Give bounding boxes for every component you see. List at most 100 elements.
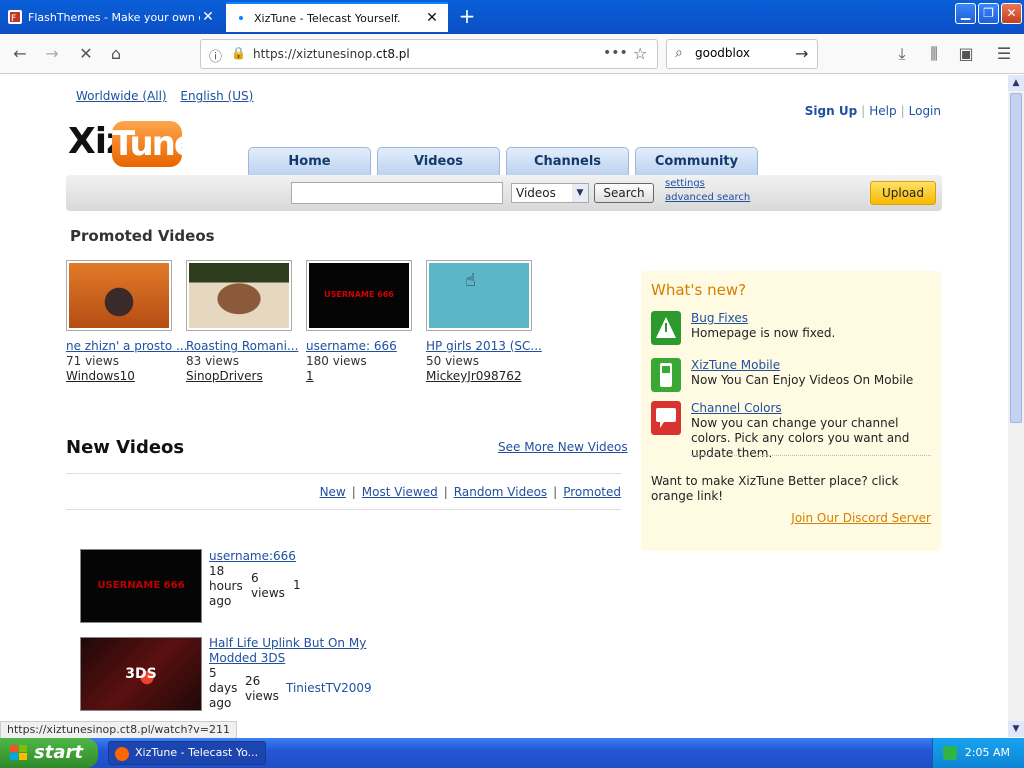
taskbar-window-button[interactable]: XizTune - Telecast Yo...	[108, 741, 266, 765]
status-url: https://xiztunesinop.ct8.pl/watch?v=211	[0, 721, 237, 739]
page-actions-icon[interactable]: •••	[603, 45, 628, 61]
browser-search-bar[interactable]: ⌕ →	[666, 39, 818, 69]
windows-logo-icon	[10, 745, 27, 760]
tab-xiztune[interactable]: XizTune - Telecast Yourself. ✕	[226, 2, 448, 32]
loading-dot-icon	[239, 16, 243, 20]
close-icon[interactable]: ✕	[424, 10, 440, 26]
clock: 2:05 AM	[964, 746, 1010, 759]
settings-link[interactable]: settings	[665, 178, 705, 189]
promoted-video-user[interactable]: 1	[306, 369, 314, 383]
go-arrow-icon[interactable]: →	[795, 44, 808, 63]
whats-new-title: What's new?	[651, 281, 747, 299]
address-bar[interactable]: ⓘ 🔒 https://xiztunesinop.ct8.pl ••• ☆	[200, 39, 658, 69]
promoted-video-views: 180 views	[306, 354, 367, 368]
locale-links: Worldwide (All) English (US)	[76, 89, 263, 103]
help-link[interactable]: Help	[869, 104, 896, 118]
discord-link[interactable]: Join Our Discord Server	[791, 511, 931, 525]
promoted-video-title[interactable]: ne zhizn' a prosto ...	[66, 339, 187, 353]
chevron-down-icon: ▼	[572, 184, 588, 202]
see-more-new-videos-link[interactable]: See More New Videos	[498, 440, 628, 454]
account-links: Sign Up | Help | Login	[804, 104, 941, 118]
filter-new[interactable]: New	[320, 485, 346, 499]
video-thumbnail	[429, 263, 529, 328]
promoted-thumb-2[interactable]	[186, 260, 292, 331]
filter-promoted[interactable]: Promoted	[563, 485, 621, 499]
back-icon[interactable]: ←	[6, 40, 34, 68]
sidebar-icon[interactable]: ▣	[952, 40, 980, 68]
lock-icon[interactable]: 🔒	[231, 46, 246, 60]
promoted-video-user[interactable]: MickeyJr098762	[426, 369, 522, 383]
search-category-select[interactable]: Videos ▼	[511, 183, 589, 203]
nav-tab-community[interactable]: Community	[635, 147, 758, 175]
comment-icon	[651, 401, 681, 435]
forward-icon[interactable]: →	[38, 40, 66, 68]
nav-tab-home[interactable]: Home	[248, 147, 371, 175]
promoted-video-title[interactable]: HP girls 2013 (SC...	[426, 339, 542, 353]
promoted-video-title[interactable]: Roasting Romani...	[186, 339, 298, 353]
video-thumbnail	[69, 263, 169, 328]
search-button[interactable]: Search	[594, 183, 654, 203]
promoted-video-user[interactable]: SinopDrivers	[186, 369, 263, 383]
page-scrollbar[interactable]: ▲ ▼	[1008, 75, 1024, 737]
promoted-thumb-1[interactable]	[66, 260, 172, 331]
close-window-button[interactable]: ✕	[1001, 3, 1022, 24]
scroll-thumb[interactable]	[1010, 93, 1022, 423]
site-logo[interactable]: Xiz Tune	[68, 115, 197, 171]
new-video-age: 5 days ago	[209, 666, 238, 710]
browser-search-input[interactable]	[695, 46, 785, 60]
minimize-button[interactable]: ▁	[955, 3, 976, 24]
nav-tab-videos[interactable]: Videos	[377, 147, 500, 175]
network-icon[interactable]	[943, 746, 957, 760]
site-search-input[interactable]	[291, 182, 503, 204]
maximize-button[interactable]: ❐	[978, 3, 999, 24]
channel-colors-link[interactable]: Channel Colors	[691, 401, 782, 415]
promoted-thumb-3[interactable]: USERNAME 666	[306, 260, 412, 331]
url-text: https://xiztunesinop.ct8.pl	[253, 47, 410, 61]
downloads-icon[interactable]: ⤓	[888, 40, 916, 68]
video-thumbnail: USERNAME 666	[309, 263, 409, 328]
login-link[interactable]: Login	[909, 104, 941, 118]
promoted-video-views: 83 views	[186, 354, 239, 368]
new-video-thumb-1[interactable]: USERNAME 666	[80, 549, 202, 623]
signup-link[interactable]: Sign Up	[805, 104, 857, 118]
library-icon[interactable]: ⫼	[920, 40, 948, 68]
advanced-search-link[interactable]: advanced search	[665, 192, 750, 203]
new-video-thumb-2[interactable]: 3DS	[80, 637, 202, 711]
info-icon[interactable]: ⓘ	[209, 46, 222, 65]
whats-new-desc: Homepage is now fixed.	[691, 326, 836, 340]
menu-icon[interactable]: ☰	[990, 40, 1018, 68]
scroll-down-icon[interactable]: ▼	[1008, 721, 1024, 737]
url-host: ct8.pl	[376, 47, 410, 61]
bookmark-star-icon[interactable]: ☆	[633, 44, 647, 63]
filter-most-viewed[interactable]: Most Viewed	[362, 485, 438, 499]
bug-fixes-link[interactable]: Bug Fixes	[691, 311, 748, 325]
warning-icon	[651, 311, 681, 345]
stop-loading-icon[interactable]: ✕	[72, 40, 100, 68]
logo-text-right: Tune	[112, 121, 197, 167]
tab-flashthemes[interactable]: F FlashThemes - Make your own ca ✕	[0, 2, 224, 32]
video-filters: New | Most Viewed | Random Videos | Promoted	[319, 485, 621, 499]
browser-tab-bar: F FlashThemes - Make your own ca ✕ XizTu…	[0, 0, 1024, 34]
tab-title: XizTune - Telecast Yourself.	[254, 11, 401, 25]
new-tab-button[interactable]: +	[454, 4, 480, 30]
promoted-thumb-4[interactable]	[426, 260, 532, 331]
start-button[interactable]: start	[0, 738, 98, 768]
home-icon[interactable]: ⌂	[102, 40, 130, 68]
promoted-video-title[interactable]: username: 666	[306, 339, 397, 353]
hand-cursor-icon: ☝	[465, 270, 476, 291]
region-link[interactable]: Worldwide (All)	[76, 89, 167, 103]
nav-tab-channels[interactable]: Channels	[506, 147, 629, 175]
video-thumbnail	[189, 263, 289, 328]
language-link[interactable]: English (US)	[180, 89, 253, 103]
new-video-title[interactable]: username:666	[209, 549, 409, 564]
filter-random-videos[interactable]: Random Videos	[454, 485, 547, 499]
xiztune-mobile-link[interactable]: XizTune Mobile	[691, 358, 780, 372]
scroll-up-icon[interactable]: ▲	[1008, 75, 1024, 91]
tab-title: FlashThemes - Make your own ca	[28, 10, 200, 24]
new-video-user[interactable]: TiniestTV2009	[286, 681, 372, 696]
close-icon[interactable]: ✕	[200, 9, 216, 25]
upload-button[interactable]: Upload	[870, 181, 936, 205]
new-video-title[interactable]: Half Life Uplink But On My Modded 3DS	[209, 636, 409, 666]
new-video-user[interactable]: 1	[293, 578, 301, 593]
promoted-video-user[interactable]: Windows10	[66, 369, 135, 383]
